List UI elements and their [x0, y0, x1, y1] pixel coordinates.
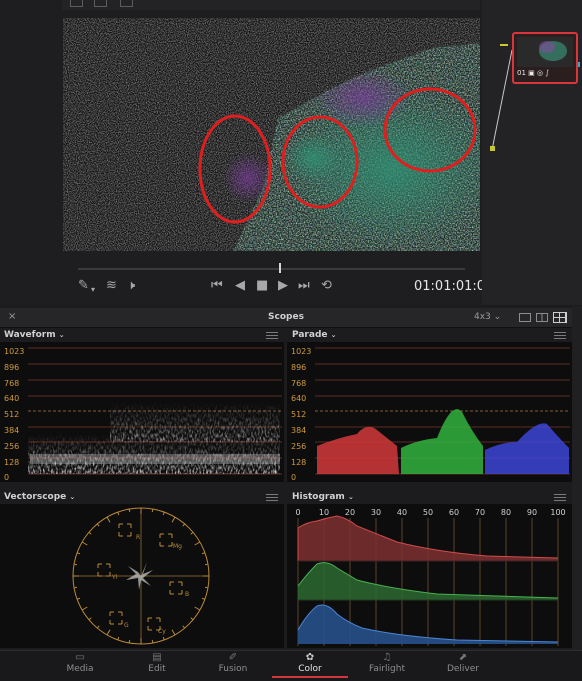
single-view-icon[interactable] — [519, 313, 531, 322]
vectorscope-tick — [88, 531, 92, 535]
node-status-icons: ▣ ◎ ∫ — [528, 69, 549, 77]
waveform-title[interactable]: Waveform ⌄ — [4, 330, 65, 340]
parade-title[interactable]: Parade ⌄ — [292, 330, 337, 340]
vectorscope-tick — [204, 586, 209, 589]
vector-target-g: G — [124, 622, 129, 629]
layers-icon[interactable]: ≋ — [106, 278, 117, 294]
histogram-title[interactable]: Histogram ⌄ — [292, 492, 354, 502]
parade-scope: 1023 896 768 640 512 384 256 128 0 — [287, 342, 572, 482]
vectorscope-tick — [73, 563, 78, 566]
vectorscope-tick — [201, 597, 206, 600]
timeline-scrubber[interactable] — [78, 268, 465, 270]
nav-deliver[interactable]: ⬈ Deliver — [428, 652, 498, 674]
aspect-selector[interactable]: 4x3 ⌄ — [474, 312, 501, 322]
deliver-icon: ⬈ — [458, 652, 468, 663]
vectorscope-tick — [151, 508, 154, 513]
vectorscope-tick — [96, 523, 100, 527]
vectorscope-tick — [81, 606, 88, 611]
color-icon: ✿ — [305, 652, 315, 663]
stop-icon[interactable]: ■ — [256, 278, 268, 294]
vectorscope-tick — [204, 563, 209, 566]
skip-end-icon[interactable]: ⏭ — [298, 278, 310, 294]
vectorscope-tick — [117, 511, 120, 516]
vectorscope-tick — [162, 636, 165, 641]
nav-color[interactable]: ✿ Color — [275, 652, 345, 674]
vectorscope-tick — [194, 606, 201, 611]
vectorscope-tick — [190, 617, 194, 621]
histogram-menu-icon[interactable] — [554, 492, 566, 501]
vectorscope-tick — [201, 552, 206, 555]
waveform-scale: 1023 896 768 640 512 384 256 128 0 — [4, 347, 25, 483]
vectorscope-tick — [182, 523, 186, 527]
edit-icon: ▤ — [152, 652, 162, 663]
vectorscope-tick — [88, 617, 92, 621]
scopes-header: × Scopes 4x3 ⌄ — [0, 308, 572, 328]
vectorscope-tick — [171, 629, 176, 636]
media-icon: ▭ — [75, 652, 85, 663]
node-thumbnail — [517, 37, 573, 67]
panel-edge — [572, 306, 582, 650]
layout-icon[interactable] — [94, 0, 107, 7]
nav-edit[interactable]: ▤ Edit — [122, 652, 192, 674]
noisy-frame-graphic — [63, 18, 480, 251]
vectorscope-tick — [81, 541, 88, 546]
fairlight-icon: ♫ — [382, 652, 392, 663]
vectorscope-tick — [117, 636, 120, 641]
playhead[interactable] — [279, 263, 281, 273]
speaker-icon[interactable]: 🕨 — [127, 278, 135, 294]
vectorscope-title[interactable]: Vectorscope ⌄ — [4, 492, 75, 502]
vector-target-yl: Yl — [111, 574, 118, 581]
viewer-image — [63, 18, 480, 251]
vectorscope-tick — [128, 508, 131, 513]
vectorscope-tick — [76, 552, 81, 555]
dual-view-icon[interactable] — [536, 313, 548, 322]
vector-target-r: R — [136, 534, 140, 541]
step-back-icon[interactable]: ◀ — [235, 278, 245, 294]
vectorscope-tick — [73, 586, 78, 589]
waveform-scope: 1023 896 768 640 512 384 256 128 0 — [0, 342, 284, 482]
active-page-indicator — [272, 676, 348, 678]
nav-media[interactable]: ▭ Media — [45, 652, 115, 674]
vectorscope-tick — [194, 541, 201, 546]
parade-scale: 1023 896 768 640 512 384 256 128 0 — [291, 347, 312, 483]
vectorscope-tick — [96, 625, 100, 629]
vector-target-mg: Mg — [173, 543, 182, 550]
viewer-top-toolbar — [62, 0, 480, 10]
vector-target-b: B — [185, 591, 189, 598]
chevron-down-icon[interactable]: ▾ — [91, 282, 95, 298]
vectorscope-tick — [190, 531, 194, 535]
vectorscope-scope: R Mg B Cy G Yl — [0, 504, 284, 648]
vector-target-cy: Cy — [158, 628, 166, 635]
nav-fusion[interactable]: ✐ Fusion — [198, 652, 268, 674]
vectorscope-tick — [106, 629, 111, 636]
vectorscope-menu-icon[interactable] — [266, 492, 278, 501]
vectorscope-tick — [106, 516, 111, 523]
play-icon[interactable]: ▶ — [278, 278, 288, 294]
color-node-01[interactable]: 01 ▣ ◎ ∫ — [512, 32, 578, 84]
vectorscope-tick — [182, 625, 186, 629]
fusion-icon: ✐ — [228, 652, 238, 663]
vectorscope-tick — [171, 516, 176, 523]
histogram-scope: 0 10 20 30 40 50 60 70 80 90 100 — [287, 504, 572, 648]
vectorscope-tick — [162, 511, 165, 516]
skip-start-icon[interactable]: ⏮ — [211, 278, 223, 294]
nav-fairlight[interactable]: ♫ Fairlight — [352, 652, 422, 674]
vectorscope-tick — [76, 597, 81, 600]
picker-icon[interactable]: ✎ — [78, 278, 89, 294]
grid-icon[interactable] — [120, 0, 133, 7]
vectorscope-tick — [151, 639, 154, 644]
quad-view-icon[interactable] — [553, 312, 567, 323]
node-label: 01 — [517, 69, 526, 77]
view-mode-icon[interactable] — [70, 0, 83, 7]
waveform-menu-icon[interactable] — [266, 330, 278, 339]
loop-icon[interactable]: ⟲ — [321, 278, 332, 294]
vectorscope-tick — [128, 639, 131, 644]
parade-menu-icon[interactable] — [554, 330, 566, 339]
